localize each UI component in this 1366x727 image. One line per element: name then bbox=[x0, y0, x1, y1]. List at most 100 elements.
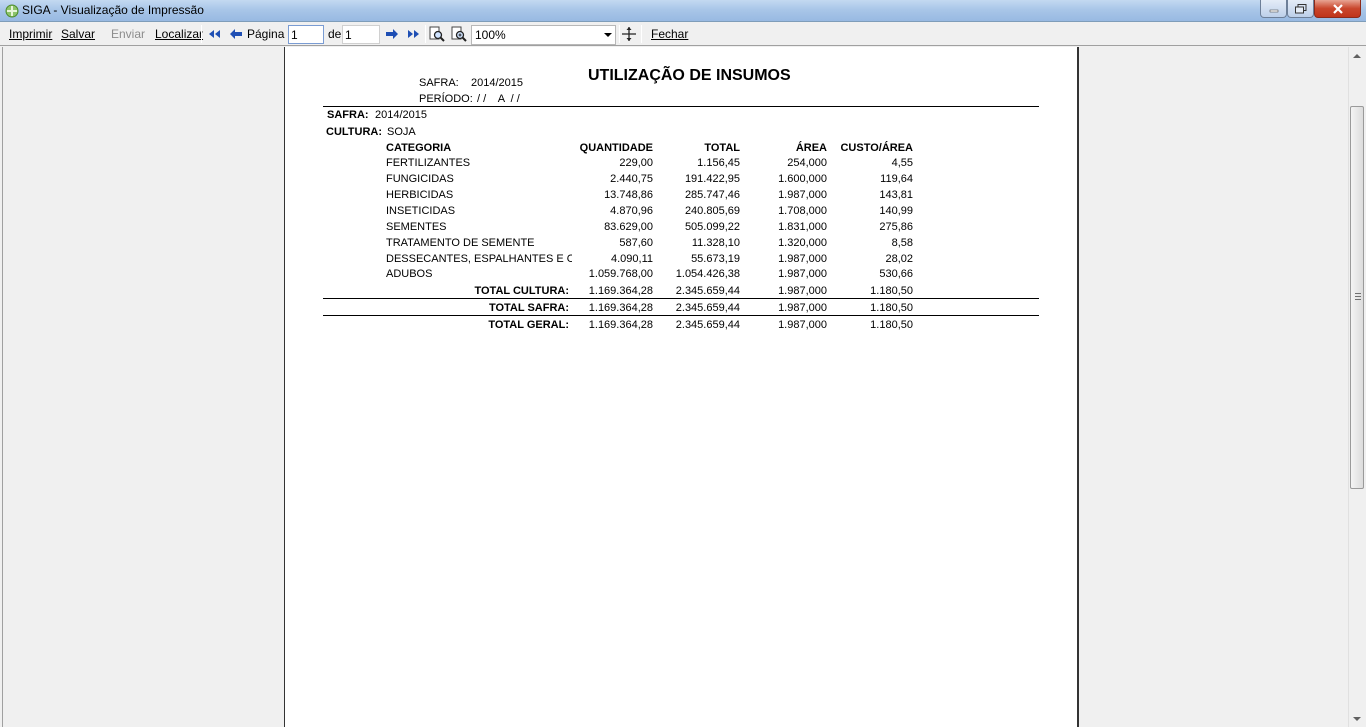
window-title: SIGA - Visualização de Impressão bbox=[22, 3, 204, 17]
toolbar-separator bbox=[619, 25, 620, 43]
table-cell-total: 1.054.426,38 bbox=[675, 268, 740, 280]
zoom-value: 100% bbox=[475, 28, 506, 42]
table-cell-custo: 8,58 bbox=[891, 237, 913, 249]
total-geral-label: TOTAL GERAL: bbox=[488, 319, 569, 331]
table-cell-categoria: SEMENTES bbox=[386, 221, 447, 233]
table-cell-total: 240.805,69 bbox=[684, 205, 740, 217]
table-cell-categoria: ADUBOS bbox=[386, 268, 433, 280]
safra-value: 2014/2015 bbox=[375, 109, 427, 121]
table-cell-categoria: TRATAMENTO DE SEMENTE bbox=[386, 237, 535, 249]
table-cell-quantidade: 83.629,00 bbox=[604, 221, 653, 233]
total-cell: 2.345.659,44 bbox=[675, 319, 740, 331]
total-cell: 1.987,000 bbox=[778, 319, 827, 331]
vertical-scrollbar[interactable] bbox=[1348, 47, 1365, 727]
divider bbox=[323, 298, 1039, 299]
previous-page-icon[interactable] bbox=[228, 26, 244, 42]
total-cell: 2.345.659,44 bbox=[675, 302, 740, 314]
send-label: Enviar bbox=[111, 27, 146, 41]
zoom-width-icon[interactable] bbox=[451, 26, 467, 42]
page-setup-icon[interactable] bbox=[621, 26, 637, 42]
safra-label: SAFRA: bbox=[327, 109, 369, 121]
page-number-input[interactable] bbox=[288, 25, 324, 44]
table-cell-area: 254,000 bbox=[787, 157, 827, 169]
table-cell-area: 1.600,000 bbox=[778, 173, 827, 185]
header-periodo-label: PERÍODO: bbox=[419, 93, 473, 105]
restore-icon bbox=[1294, 3, 1306, 13]
toolbar: Imprimir Salvar Enviar Localizar Página … bbox=[0, 22, 1366, 46]
print-label: Imprimir bbox=[9, 27, 53, 41]
column-header: CUSTO/ÁREA bbox=[840, 142, 913, 154]
total-cell: 1.169.364,28 bbox=[588, 285, 653, 297]
table-cell-categoria: FUNGICIDAS bbox=[386, 173, 454, 185]
table-cell-area: 1.987,000 bbox=[778, 268, 827, 280]
divider bbox=[323, 106, 1039, 107]
zoom-select[interactable]: 100% bbox=[471, 25, 616, 45]
table-cell-total: 285.747,46 bbox=[684, 189, 740, 201]
table-cell-custo: 143,81 bbox=[879, 189, 913, 201]
last-page-icon[interactable] bbox=[406, 26, 422, 42]
table-cell-area: 1.987,000 bbox=[778, 253, 827, 265]
header-periodo-value: / / A / / bbox=[477, 93, 520, 105]
save-label: Salvar bbox=[61, 27, 96, 41]
column-header: CATEGORIA bbox=[386, 142, 452, 154]
toolbar-separator bbox=[641, 25, 642, 43]
divider bbox=[323, 315, 1039, 316]
table-cell-custo: 140,99 bbox=[879, 205, 913, 217]
next-page-icon[interactable] bbox=[384, 26, 400, 42]
total-cell: 1.169.364,28 bbox=[588, 302, 653, 314]
scroll-down-icon[interactable] bbox=[1353, 717, 1361, 721]
toolbar-separator bbox=[201, 25, 202, 43]
save-button[interactable]: Salvar bbox=[61, 27, 95, 41]
table-cell-categoria: FERTILIZANTES bbox=[386, 157, 471, 169]
table-cell-categoria: HERBICIDAS bbox=[386, 189, 454, 201]
total-pages-field bbox=[342, 25, 380, 44]
table-cell-categoria: DESSECANTES, ESPALHANTES E OUT bbox=[386, 253, 572, 265]
table-cell-total: 1.156,45 bbox=[697, 157, 740, 169]
maximize-button[interactable] bbox=[1287, 0, 1314, 18]
table-cell-categoria: INSETICIDAS bbox=[386, 205, 456, 217]
table-cell-custo: 530,66 bbox=[879, 268, 913, 280]
table-cell-area: 1.831,000 bbox=[778, 221, 827, 233]
total-cell: 1.180,50 bbox=[870, 302, 913, 314]
table-cell-quantidade: 4.090,11 bbox=[610, 253, 653, 265]
zoom-page-icon[interactable] bbox=[429, 26, 445, 42]
column-header: TOTAL bbox=[704, 142, 740, 154]
table-cell-custo: 4,55 bbox=[891, 157, 913, 169]
table-cell-area: 1.987,000 bbox=[778, 189, 827, 201]
scroll-up-icon[interactable] bbox=[1353, 54, 1361, 58]
total-cell: 1.169.364,28 bbox=[588, 319, 653, 331]
table-cell-area: 1.320,000 bbox=[778, 237, 827, 249]
table-cell-quantidade: 229,00 bbox=[619, 157, 653, 169]
grip-icon bbox=[1355, 293, 1361, 294]
close-label: Fechar bbox=[651, 27, 689, 41]
cultura-value: SOJA bbox=[387, 126, 416, 138]
of-label: de bbox=[328, 27, 342, 41]
table-cell-custo: 119,64 bbox=[880, 173, 913, 185]
table-cell-area: 1.708,000 bbox=[778, 205, 827, 217]
total-cultura-label: TOTAL CULTURA: bbox=[474, 285, 569, 297]
header-safra-label: SAFRA: bbox=[419, 77, 459, 89]
title-bar: SIGA - Visualização de Impressão bbox=[0, 0, 1366, 22]
table-cell-total: 505.099,22 bbox=[684, 221, 740, 233]
first-page-icon[interactable] bbox=[206, 26, 222, 42]
find-button[interactable]: Localizar bbox=[155, 27, 203, 41]
total-safra-label: TOTAL SAFRA: bbox=[488, 302, 569, 314]
close-icon bbox=[1332, 3, 1343, 14]
send-button[interactable]: Enviar bbox=[111, 27, 145, 41]
scroll-thumb[interactable] bbox=[1350, 106, 1364, 489]
column-header: ÁREA bbox=[795, 142, 827, 154]
chevron-down-icon bbox=[604, 33, 612, 37]
print-button[interactable]: Imprimir bbox=[9, 27, 52, 41]
total-cell: 1.987,000 bbox=[778, 302, 827, 314]
total-cell: 2.345.659,44 bbox=[675, 285, 740, 297]
grip-icon bbox=[1355, 299, 1361, 300]
total-cell: 1.180,50 bbox=[870, 285, 913, 297]
table-cell-quantidade: 1.059.768,00 bbox=[588, 268, 653, 280]
page-label: Página bbox=[247, 27, 285, 41]
find-label: Localizar bbox=[155, 27, 204, 41]
close-window-button[interactable] bbox=[1314, 0, 1361, 18]
app-icon bbox=[5, 4, 19, 18]
close-button[interactable]: Fechar bbox=[651, 27, 688, 41]
minimize-button[interactable] bbox=[1260, 0, 1287, 18]
table-cell-quantidade: 13.748,86 bbox=[604, 189, 653, 201]
